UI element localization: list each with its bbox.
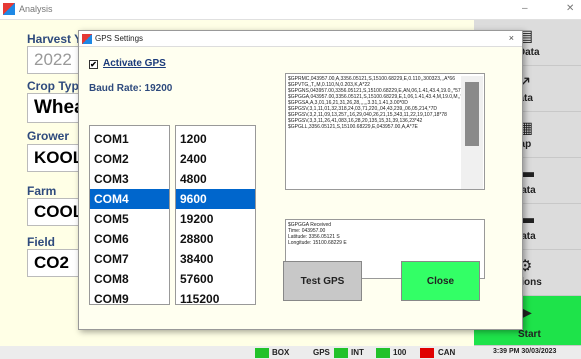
- baud-rate-item[interactable]: 19200: [176, 209, 255, 229]
- int-status-label: INT: [351, 348, 364, 357]
- level-status-value: 100: [393, 348, 407, 357]
- window-close-button[interactable]: ✕: [566, 3, 574, 14]
- nmea-line: $GPGLL,3356.05121,S,15100.68229,E,043957…: [288, 124, 418, 130]
- gps-status-label: GPS: [313, 348, 330, 357]
- baud-rate-label: Baud Rate: 19200: [89, 83, 173, 94]
- int-status-indicator: [334, 348, 348, 358]
- window-title: Analysis: [19, 4, 53, 14]
- activate-gps-label: Activate GPS: [103, 58, 166, 69]
- activate-gps-checkbox[interactable]: ✔ Activate GPS: [89, 58, 166, 69]
- farm-label: Farm: [27, 184, 57, 198]
- nmea-output-box[interactable]: $GPRMC,043957.00,A,3356.05121,S,15100.68…: [285, 73, 485, 190]
- baud-rate-item[interactable]: 28800: [176, 229, 255, 249]
- gps-settings-dialog: GPS Settings × ✔ Activate GPS Baud Rate: …: [78, 30, 523, 330]
- can-status-label: CAN: [438, 348, 456, 357]
- status-datetime: 3:39 PM 30/03/2023: [493, 348, 557, 355]
- nmea-scrollbar[interactable]: [461, 76, 483, 189]
- dialog-app-icon: [82, 34, 92, 44]
- minimize-button[interactable]: –: [522, 3, 528, 14]
- com-port-item[interactable]: COM5: [90, 209, 169, 229]
- com-port-item[interactable]: COM7: [90, 249, 169, 269]
- close-button[interactable]: Close: [401, 261, 480, 301]
- baud-rate-item[interactable]: 38400: [176, 249, 255, 269]
- baud-rate-item[interactable]: 115200: [176, 289, 255, 309]
- scrollbar-thumb[interactable]: [465, 82, 479, 146]
- baud-rate-list[interactable]: 1200 2400 4800 9600 19200 28800 38400 57…: [175, 125, 256, 306]
- can-status-indicator: [420, 348, 434, 358]
- com-port-item[interactable]: COM6: [90, 229, 169, 249]
- status-bar: BOX GPS INT 100 CAN 3:39 PM 30/03/2023: [0, 346, 581, 359]
- box-status-label: BOX: [272, 348, 290, 357]
- baud-rate-item[interactable]: 57600: [176, 269, 255, 289]
- dialog-title: GPS Settings: [95, 34, 144, 43]
- com-port-item[interactable]: COM2: [90, 149, 169, 169]
- com-port-item[interactable]: COM3: [90, 169, 169, 189]
- app-icon: [3, 3, 15, 15]
- baud-rate-item[interactable]: 4800: [176, 169, 255, 189]
- baud-rate-item[interactable]: 1200: [176, 129, 255, 149]
- grower-label: Grower: [27, 129, 70, 143]
- com-port-item[interactable]: COM8: [90, 269, 169, 289]
- baud-rate-item[interactable]: 2400: [176, 149, 255, 169]
- crop-type-label: Crop Type: [27, 79, 86, 93]
- level-status-indicator: [376, 348, 390, 358]
- checkbox-check-icon[interactable]: ✔: [89, 60, 98, 69]
- window-titlebar: Analysis – ✕: [0, 0, 581, 20]
- dialog-close-icon[interactable]: ×: [509, 33, 514, 43]
- gps-longitude-text: Longitude: 15100.68229 E: [288, 240, 347, 246]
- com-port-item[interactable]: COM9: [90, 289, 169, 309]
- com-port-item[interactable]: COM1: [90, 129, 169, 149]
- box-status-indicator: [255, 348, 269, 358]
- test-gps-button[interactable]: Test GPS: [283, 261, 362, 301]
- com-port-item-selected[interactable]: COM4: [90, 189, 169, 209]
- field-label: Field: [27, 235, 56, 249]
- start-label: Start: [518, 329, 541, 340]
- baud-rate-item-selected[interactable]: 9600: [176, 189, 255, 209]
- com-port-list[interactable]: COM1 COM2 COM3 COM4 COM5 COM6 COM7 COM8 …: [89, 125, 170, 306]
- dialog-titlebar: GPS Settings ×: [79, 31, 522, 47]
